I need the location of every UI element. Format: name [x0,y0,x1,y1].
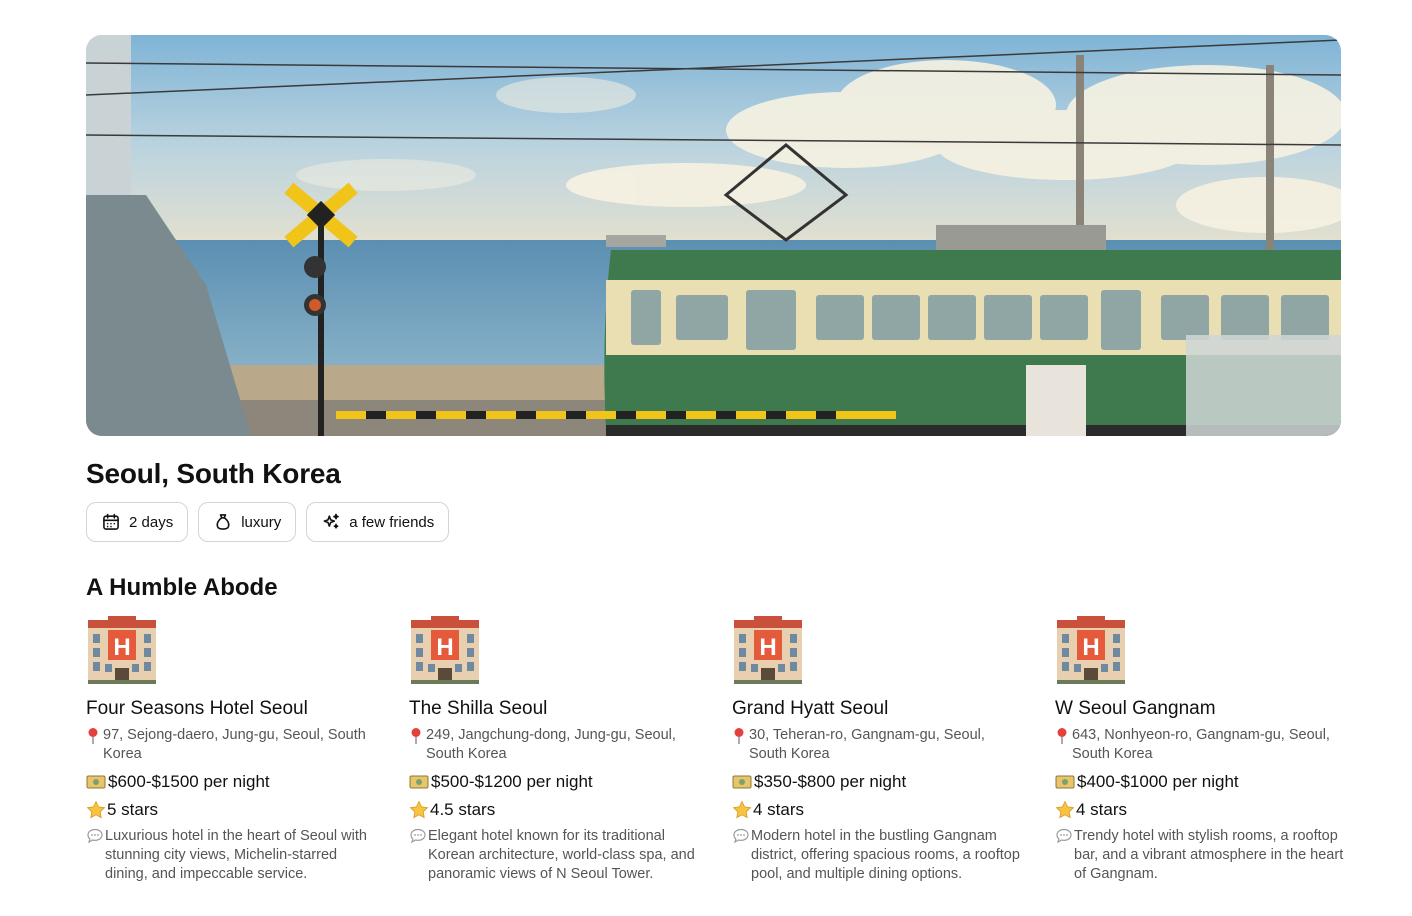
hotel-address-row: 30, Teheran-ro, Gangnam-gu, Seoul, South… [732,726,1022,764]
speech-bubble-icon [409,827,427,845]
hotel-rating: 5 stars [107,800,159,819]
hotel-name: The Shilla Seoul [409,698,548,719]
hotel-address: 30, Teheran-ro, Gangnam-gu, Seoul, South… [749,727,985,762]
star-icon [1055,800,1075,819]
hotel-rating-row: 4 stars [732,799,1022,821]
speech-bubble-icon [86,827,104,845]
star-icon [409,800,429,819]
hotel-address-row: 643, Nonhyeon-ro, Gangnam-gu, Seoul, Sou… [1055,726,1345,764]
hotel-rating-row: 5 stars [86,799,376,821]
hotel-address: 249, Jangchung-dong, Jung-gu, Seoul, Sou… [426,727,676,762]
hotel-name: Grand Hyatt Seoul [732,698,889,719]
hero-image [86,35,1341,436]
travelers-chip-label: a few friends [349,513,435,531]
duration-chip-label: 2 days [129,513,174,531]
hotel-name: Four Seasons Hotel Seoul [86,698,308,719]
hotel-price: $400-$1000 per night [1077,772,1239,791]
hotel-icon: H [1057,616,1125,684]
hotel-card[interactable]: H The Shilla Seoul 249, Jangchung-dong, … [409,614,699,884]
hotel-card[interactable]: H Four Seasons Hotel Seoul 97, Sejong-da… [86,614,376,884]
hotel-card[interactable]: H Grand Hyatt Seoul 30, Teheran-ro, Gang… [732,614,1022,884]
money-icon [409,775,429,789]
svg-text:H: H [436,634,453,661]
duration-chip[interactable]: 2 days [86,502,189,542]
hotel-price-row: $600-$1500 per night [86,771,376,793]
pin-icon [88,728,98,744]
hotel-description-row: Luxurious hotel in the heart of Seoul wi… [86,827,376,884]
star-icon [86,800,106,819]
accommodation-section-title: A Humble Abode [86,574,278,601]
hotel-description: Modern hotel in the bustling Gangnam dis… [751,828,1020,882]
hotel-name: W Seoul Gangnam [1055,698,1216,719]
hotel-icon: H [411,616,479,684]
budget-chip[interactable]: luxury [198,502,297,542]
trip-title: Seoul, South Korea [86,458,341,489]
hotel-address: 643, Nonhyeon-ro, Gangnam-gu, Seoul, Sou… [1072,727,1330,762]
money-icon [732,775,752,789]
hotel-rating: 4 stars [753,800,805,819]
svg-text:H: H [759,634,776,661]
hotel-description: Trendy hotel with stylish rooms, a rooft… [1074,828,1344,882]
money-icon [1055,775,1075,789]
hotel-rating-row: 4.5 stars [409,799,699,821]
hotel-icon: H [88,616,156,684]
pin-icon [411,728,421,744]
pin-icon [1057,728,1067,744]
hotel-address-row: 249, Jangchung-dong, Jung-gu, Seoul, Sou… [409,726,699,764]
sparkles-icon [323,513,340,529]
seaside-tram-illustration [86,35,1341,436]
svg-text:H: H [1082,634,1099,661]
hotel-card[interactable]: H W Seoul Gangnam 643, Nonhyeon-ro, Gang… [1055,614,1345,884]
speech-bubble-icon [1055,827,1073,845]
hotel-icon: H [734,616,802,684]
hotel-rating: 4.5 stars [430,800,496,819]
hotel-rating-row: 4 stars [1055,799,1345,821]
hotel-price: $350-$800 per night [754,772,907,791]
star-icon [732,800,752,819]
hotel-price-row: $400-$1000 per night [1055,771,1345,793]
hotel-description: Luxurious hotel in the heart of Seoul wi… [105,828,367,882]
hotel-description: Elegant hotel known for its traditional … [428,828,695,882]
hotel-price: $500-$1200 per night [431,772,593,791]
hotel-price-row: $350-$800 per night [732,771,1022,793]
budget-chip-label: luxury [241,513,282,531]
money-bag-icon [216,514,230,530]
svg-text:H: H [113,634,130,661]
trip-chips: 2 days luxury a few friends [86,502,450,542]
hotel-price-row: $500-$1200 per night [409,771,699,793]
hotel-price: $600-$1500 per night [108,772,270,791]
hotel-address: 97, Sejong-daero, Jung-gu, Seoul, South … [103,727,366,762]
hotel-description-row: Elegant hotel known for its traditional … [409,827,699,884]
hotel-address-row: 97, Sejong-daero, Jung-gu, Seoul, South … [86,726,376,764]
hotel-description-row: Modern hotel in the bustling Gangnam dis… [732,827,1022,884]
speech-bubble-icon [732,827,750,845]
travelers-chip[interactable]: a few friends [306,502,450,542]
hotel-rating: 4 stars [1076,800,1128,819]
pin-icon [734,728,744,744]
hotel-description-row: Trendy hotel with stylish rooms, a rooft… [1055,827,1345,884]
calendar-icon [103,513,119,530]
money-icon [86,775,106,789]
